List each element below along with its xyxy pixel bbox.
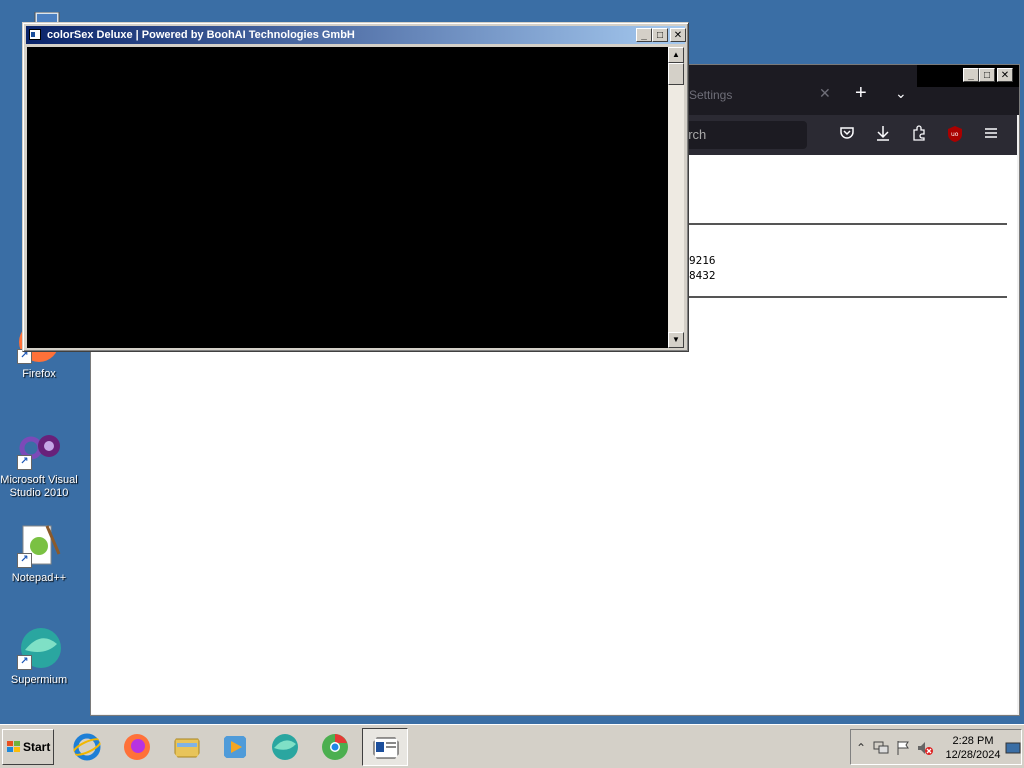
taskbar-internet-explorer[interactable] [64, 728, 110, 766]
desktop-icon-label: Notepad++ [11, 572, 67, 584]
scroll-up-button[interactable]: ▲ [668, 47, 684, 63]
taskbar: Start ⌃ 2:28 PM 12/28/2024 [0, 724, 1024, 768]
shortcut-arrow-icon: ↗ [17, 455, 32, 470]
maximize-button[interactable]: □ [652, 28, 668, 42]
show-hidden-icons-icon[interactable]: ⌃ [853, 740, 869, 756]
volume-muted-icon[interactable] [917, 740, 933, 756]
clock[interactable]: 2:28 PM 12/28/2024 [941, 734, 1005, 762]
chrome-icon [322, 734, 348, 760]
start-label: Start [23, 740, 51, 754]
desktop-icon-label: Firefox [22, 368, 56, 380]
visual-studio-icon: ↗ [17, 426, 61, 470]
minimize-button[interactable]: _ [636, 28, 652, 42]
tab-label: Settings [689, 88, 733, 102]
svg-text:uo: uo [951, 131, 959, 138]
network-icon[interactable] [873, 740, 889, 756]
taskbar-chrome[interactable] [312, 728, 358, 766]
maximize-button[interactable]: □ [979, 68, 995, 82]
windows-logo-icon [7, 741, 20, 753]
desktop-icon-label: Microsoft Visual Studio 2010 [0, 474, 78, 499]
scroll-down-button[interactable]: ▼ [668, 332, 684, 348]
start-button[interactable]: Start [2, 729, 54, 765]
internet-explorer-icon [73, 733, 101, 761]
app-canvas[interactable] [27, 47, 668, 348]
close-tab-icon[interactable]: ✕ [819, 85, 831, 102]
action-center-flag-icon[interactable] [895, 740, 911, 756]
shortcut-arrow-icon: ↗ [17, 655, 32, 670]
browser-titlebar: _ □ ✕ [917, 65, 1019, 87]
pocket-icon[interactable] [837, 125, 857, 145]
download-icon[interactable] [873, 125, 893, 145]
taskbar-colorsex-app[interactable] [362, 728, 408, 766]
app-window[interactable]: colorSex Deluxe | Powered by BoohAI Tech… [22, 22, 689, 352]
firefox-icon [124, 734, 150, 760]
app-window-icon [29, 29, 41, 40]
scroll-thumb[interactable] [668, 63, 684, 85]
taskbar-supermium[interactable] [262, 728, 308, 766]
taskbar-firefox[interactable] [114, 728, 160, 766]
desktop-icon-visual-studio[interactable]: ↗ Microsoft Visual Studio 2010 [0, 426, 78, 500]
extensions-icon[interactable] [909, 125, 929, 145]
new-tab-icon[interactable]: + [855, 82, 867, 105]
menu-icon[interactable] [981, 125, 1001, 145]
colorsex-app-icon [373, 737, 399, 759]
content-line: 9216 [689, 254, 716, 267]
chevron-down-icon[interactable]: ⌄ [895, 85, 907, 102]
ublock-icon[interactable]: uo [945, 125, 965, 145]
close-button[interactable]: ✕ [997, 68, 1013, 82]
window-title: colorSex Deluxe | Powered by BoohAI Tech… [47, 29, 355, 41]
notepad-plus-plus-icon: ↗ [17, 524, 61, 568]
taskbar-media-player[interactable] [212, 728, 258, 766]
desktop-icon-notepad-plus-plus[interactable]: ↗ Notepad++ [0, 524, 78, 585]
taskbar-file-explorer[interactable] [164, 728, 210, 766]
system-tray: ⌃ 2:28 PM 12/28/2024 [850, 729, 1022, 765]
browser-tabstrip-right [917, 87, 1019, 115]
supermium-icon [272, 734, 298, 760]
vertical-scrollbar[interactable]: ▲ ▼ [668, 47, 684, 348]
show-desktop-icon[interactable] [1005, 740, 1021, 756]
desktop-icon-supermium[interactable]: ↗ Supermium [0, 626, 78, 687]
shortcut-arrow-icon: ↗ [17, 553, 32, 568]
close-button[interactable]: ✕ [670, 28, 686, 42]
file-explorer-icon [174, 738, 200, 758]
desktop-icon-label: Supermium [10, 674, 68, 686]
tab-settings[interactable]: Settings [689, 83, 839, 107]
clock-date: 12/28/2024 [945, 749, 1001, 761]
supermium-icon: ↗ [17, 626, 61, 670]
content-line: 8432 [689, 269, 716, 282]
app-titlebar[interactable]: colorSex Deluxe | Powered by BoohAI Tech… [26, 26, 686, 44]
divider [651, 223, 1007, 225]
divider [651, 296, 1007, 298]
clock-time: 2:28 PM [952, 735, 994, 747]
media-player-icon [224, 736, 246, 758]
minimize-button[interactable]: _ [963, 68, 979, 82]
